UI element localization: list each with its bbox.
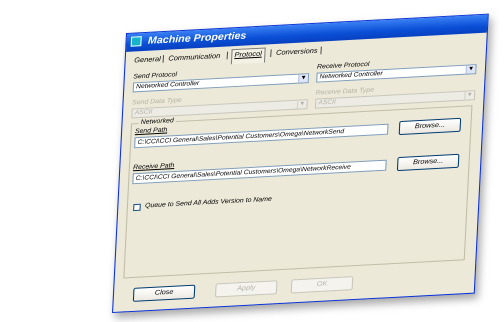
send-path-label: Send Path bbox=[134, 126, 168, 136]
ok-button[interactable]: OK bbox=[290, 276, 354, 294]
tab-separator: | bbox=[269, 48, 273, 58]
close-button[interactable]: Close bbox=[132, 284, 196, 302]
tab-separator: | bbox=[161, 53, 165, 64]
receive-path-browse-button[interactable]: Browse... bbox=[396, 153, 460, 172]
tab-strip: General | Communication | Protocol | Con… bbox=[132, 45, 322, 70]
networked-groupbox: Networked Send Path C:\CCI\CCI General\S… bbox=[123, 105, 473, 279]
queue-checkbox[interactable] bbox=[133, 203, 141, 212]
window-title: Machine Properties bbox=[147, 30, 247, 47]
receive-data-type-value: ASCII bbox=[318, 98, 337, 107]
networked-group-label: Networked bbox=[138, 117, 177, 127]
send-data-type-value: ASCII bbox=[134, 108, 153, 117]
receive-path-label: Receive Path bbox=[132, 162, 175, 172]
tab-protocol[interactable]: Protocol bbox=[230, 47, 266, 65]
chevron-down-icon[interactable]: ▼ bbox=[465, 65, 476, 74]
tab-protocol-label: Protocol bbox=[234, 50, 263, 60]
receive-protocol-label: Receive Protocol bbox=[316, 60, 370, 71]
chevron-down-icon[interactable]: ▼ bbox=[298, 74, 309, 83]
tab-conversions[interactable]: Conversions bbox=[274, 46, 320, 60]
app-icon bbox=[130, 36, 142, 47]
send-protocol-label: Send Protocol bbox=[133, 71, 178, 81]
screenshot-stage: Machine Properties General | Communicati… bbox=[0, 0, 504, 322]
queue-checkbox-label[interactable]: Queue to Send All Adds Version to Name bbox=[145, 196, 272, 210]
send-protocol-value: Networked Controller bbox=[135, 79, 200, 91]
send-path-input[interactable]: C:\CCI\CCI General\Sales\Potential Custo… bbox=[134, 123, 389, 149]
chevron-down-icon: ▼ bbox=[464, 91, 475, 100]
machine-properties-dialog: Machine Properties General | Communicati… bbox=[112, 13, 489, 314]
chevron-down-icon: ▼ bbox=[296, 100, 307, 109]
tab-separator: | bbox=[319, 45, 323, 55]
tab-separator: | bbox=[225, 50, 229, 60]
tab-communication[interactable]: Communication bbox=[166, 51, 223, 66]
send-path-browse-button[interactable]: Browse... bbox=[398, 117, 462, 136]
receive-protocol-value: Networked Controller bbox=[319, 70, 383, 81]
apply-button[interactable]: Apply bbox=[214, 280, 278, 298]
send-path-value: C:\CCI\CCI General\Sales\Potential Custo… bbox=[137, 128, 345, 147]
tab-general[interactable]: General bbox=[132, 54, 163, 68]
send-data-type-label: Send Data Type bbox=[131, 96, 182, 107]
